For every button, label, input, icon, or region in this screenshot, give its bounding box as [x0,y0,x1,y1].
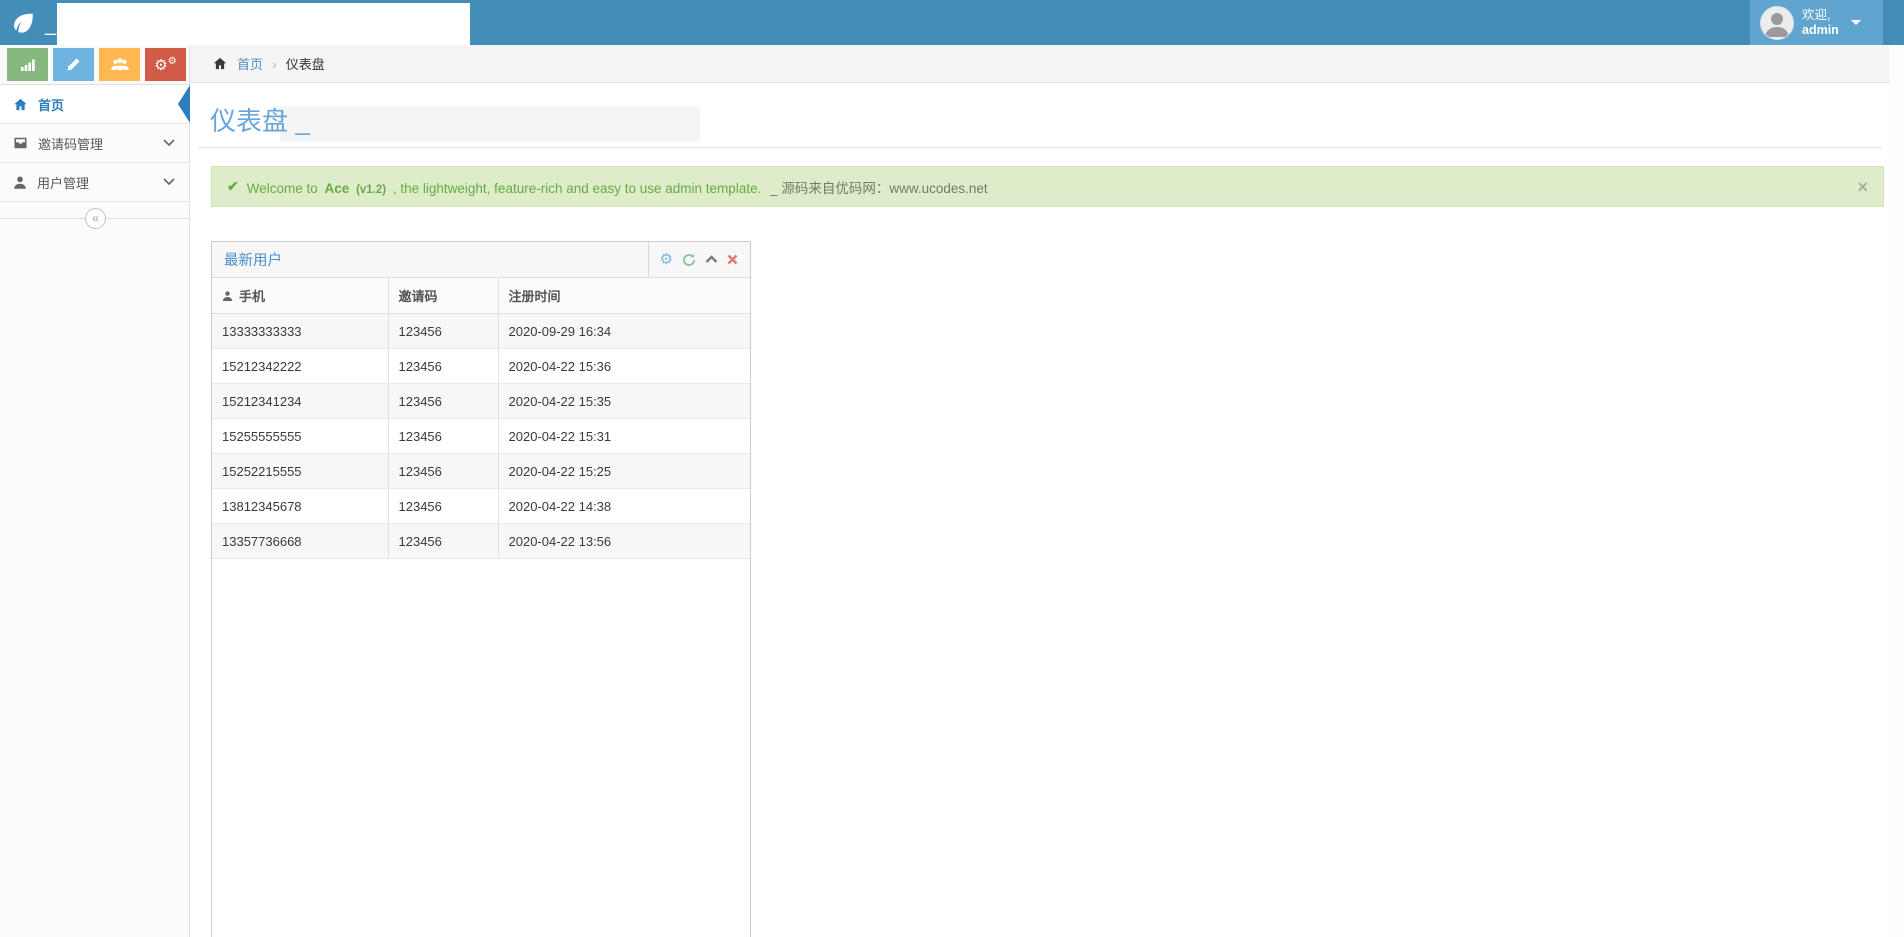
table-row: 133577366681234562020-04-22 13:56 [212,524,750,559]
latest-users-widget: 最新用户 ⚙ [211,241,751,937]
chevron-down-icon [163,178,175,186]
censor-box-title [280,106,700,142]
settings-gear-icon[interactable]: ⚙ [660,252,673,267]
breadcrumb-link-home[interactable]: 首页 [237,54,263,73]
column-header-register-time: 注册时间 [498,278,750,314]
table-cell: 2020-04-22 15:36 [498,349,750,384]
breadcrumb-separator: › [272,56,277,72]
alert-version: (v1.2) [356,184,386,196]
sidebar-item-home[interactable]: 首页 [0,85,189,124]
table-row: 152555555551234562020-04-22 15:31 [212,419,750,454]
table-cell: 123456 [388,489,498,524]
shortcut-pencil-button[interactable] [53,48,94,81]
shortcut-gears-button[interactable]: ⚙⚙ [145,48,186,81]
avatar [1760,6,1794,40]
sidebar-collapse-row: « [0,218,189,219]
main-content: 仪表盘 _ ✔ Welcome to Ace (v1.2) , the ligh… [190,83,1890,937]
page-title: 仪表盘 _ [210,101,310,138]
collapse-chevron-up-icon[interactable] [705,255,718,264]
table-cell: 123456 [388,524,498,559]
table-cell: 2020-04-22 13:56 [498,524,750,559]
sidebar-item-label: 首页 [38,95,64,114]
refresh-icon[interactable] [682,253,696,267]
pencil-icon [66,57,81,72]
user-table-body: 133333333331234562020-09-29 16:341521234… [212,314,750,559]
table-cell: 15212342222 [212,349,388,384]
censor-box-navbar [57,3,470,45]
table-cell: 13357736668 [212,524,388,559]
chart-bars-icon [20,57,36,73]
welcome-alert: ✔ Welcome to Ace (v1.2) , the lightweigh… [211,166,1884,207]
table-cell: 2020-09-29 16:34 [498,314,750,349]
users-group-icon [111,57,129,72]
home-icon [13,97,28,112]
table-cell: 123456 [388,349,498,384]
user-icon [222,290,233,302]
table-cell: 2020-04-22 14:38 [498,489,750,524]
check-icon: ✔ [227,178,239,195]
leaf-icon [10,10,36,36]
gears-icon: ⚙⚙ [154,57,176,73]
table-cell: 123456 [388,419,498,454]
shortcut-chart-bars-button[interactable] [7,48,48,81]
table-row: 152123412341234562020-04-22 15:35 [212,384,750,419]
table-cell: 2020-04-22 15:25 [498,454,750,489]
alert-text: Welcome to Ace (v1.2) , the lightweight,… [247,177,988,197]
table-header-row: 手机 邀请码 注册时间 [212,278,750,314]
inbox-icon [13,136,28,150]
table-cell: 13812345678 [212,489,388,524]
table-cell: 15255555555 [212,419,388,454]
table-cell: 123456 [388,384,498,419]
scrollbar-track [1890,45,1904,937]
close-icon[interactable] [727,254,738,265]
column-header-invite-code: 邀请码 [388,278,498,314]
user-icon [13,175,27,190]
table-cell: 15212341234 [212,384,388,419]
widget-toolbar: ⚙ [648,242,738,277]
latest-users-table: 手机 邀请码 注册时间 133333333331234562020-09-29 … [212,278,750,559]
sidebar-item-label: 用户管理 [37,173,89,192]
caret-down-icon [1851,20,1861,25]
alert-brand: Ace [325,181,350,196]
shortcut-users-button[interactable] [99,48,140,81]
table-cell: 123456 [388,454,498,489]
sidebar-item-user-management[interactable]: 用户管理 [0,163,189,202]
table-row: 152123422221234562020-04-22 15:36 [212,349,750,384]
sidebar-shortcuts: ⚙⚙ [0,45,189,85]
header-divider [198,147,1882,148]
alert-close-button[interactable]: × [1857,178,1868,196]
column-header-phone: 手机 [212,278,388,314]
user-menu-dropdown[interactable]: 欢迎, admin [1750,0,1883,45]
table-row: 152522155551234562020-04-22 15:25 [212,454,750,489]
active-item-marker [178,85,190,123]
welcome-text: 欢迎, admin [1802,8,1839,38]
sidebar-collapse-button[interactable]: « [85,208,106,229]
widget-header: 最新用户 ⚙ [212,242,750,278]
home-icon [212,56,228,71]
table-cell: 2020-04-22 15:31 [498,419,750,454]
table-cell: 13333333333 [212,314,388,349]
table-row: 133333333331234562020-09-29 16:34 [212,314,750,349]
navbar: _ 汉 欢迎, admin [0,0,1904,45]
table-cell: 15252215555 [212,454,388,489]
table-row: 138123456781234562020-04-22 14:38 [212,489,750,524]
chevron-down-icon [163,139,175,147]
widget-title: 最新用户 [224,249,282,270]
sidebar-item-label: 邀请码管理 [38,134,103,153]
sidebar-item-invite-codes[interactable]: 邀请码管理 [0,124,189,163]
breadcrumb: 首页 › 仪表盘 [190,45,1890,83]
breadcrumb-current: 仪表盘 [286,54,325,73]
alert-source-note: _ 源码来自优码网：www.ucodes.net [770,181,988,196]
table-cell: 2020-04-22 15:35 [498,384,750,419]
sidebar: ⚙⚙ 首页 邀请码管理 用户管理 « [0,45,190,937]
table-cell: 123456 [388,314,498,349]
